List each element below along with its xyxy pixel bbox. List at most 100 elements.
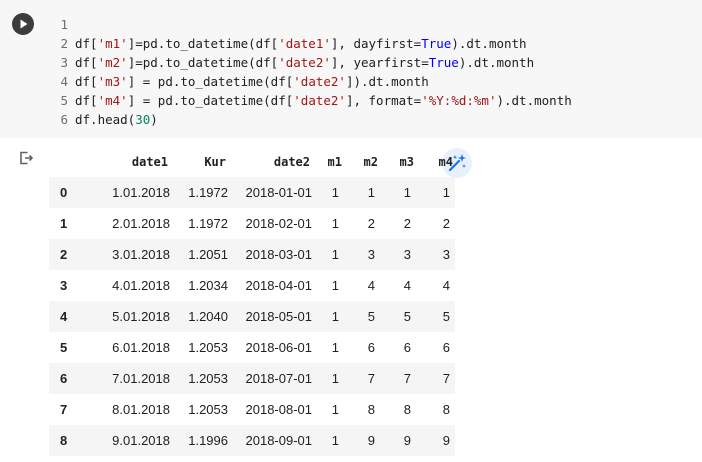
cell-date2: 2018-06-01: [245, 340, 313, 355]
cell-m4: 5: [442, 309, 450, 324]
code-token: ]=pd.to_datetime(df[: [127, 55, 279, 70]
cell-m3: 6: [403, 340, 411, 355]
cell-m4: 9: [442, 433, 450, 448]
cell-m4: 1: [442, 185, 450, 200]
cell-m1: 1: [331, 278, 339, 293]
run-cell-button[interactable]: [12, 13, 34, 35]
line-number: 1: [60, 17, 68, 32]
cell-m3: 1: [403, 185, 411, 200]
cell-kur: 1.1972: [188, 216, 228, 231]
cell-m2: 7: [367, 371, 375, 386]
cell-m3: 4: [403, 278, 411, 293]
code-token: True: [428, 55, 459, 70]
code-line: df['m4'] = pd.to_datetime(df['date2'], f…: [75, 91, 572, 110]
cell-m3: 5: [403, 309, 411, 324]
line-number: 5: [60, 93, 68, 108]
cell-kur: 1.2034: [188, 278, 228, 293]
row-index: 7: [60, 402, 68, 417]
code-token: ]=pd.to_datetime(df[: [127, 36, 279, 51]
code-token: 'date2': [278, 55, 331, 70]
cell-date1: 3.01.2018: [112, 247, 170, 262]
cell-date1: 5.01.2018: [112, 309, 170, 324]
output-arrow-icon[interactable]: [18, 150, 34, 166]
row-index: 4: [60, 309, 68, 324]
cell-m1: 1: [331, 247, 339, 262]
line-number: 2: [60, 36, 68, 51]
cell-m3: 9: [403, 433, 411, 448]
code-token: 'date1': [278, 36, 331, 51]
code-token: 'm1': [97, 36, 128, 51]
cell-m2: 6: [367, 340, 375, 355]
code-token: df.head(: [75, 112, 136, 127]
row-index: 5: [60, 340, 68, 355]
table-row: 6 7.01.2018 1.2053 2018-07-01 1 7 7 7: [49, 363, 455, 394]
row-index: 1: [60, 216, 68, 231]
code-token: 'date2': [293, 74, 346, 89]
code-token: 'date2': [293, 93, 346, 108]
code-token: ], dayfirst=: [330, 36, 422, 51]
line-number: 3: [60, 55, 68, 70]
cell-m4: 7: [442, 371, 450, 386]
table-row: 5 6.01.2018 1.2053 2018-06-01 1 6 6 6: [49, 332, 455, 363]
cell-date2: 2018-02-01: [245, 216, 313, 231]
code-token: ).dt.month: [451, 36, 527, 51]
cell-m1: 1: [331, 309, 339, 324]
table-row: 1 2.01.2018 1.1972 2018-02-01 1 2 2 2: [49, 208, 455, 239]
column-header-m1: m1: [327, 155, 342, 169]
code-token: ).dt.month: [496, 93, 572, 108]
cell-m2: 9: [367, 433, 375, 448]
code-token: ] = pd.to_datetime(df[: [127, 74, 294, 89]
cell-date2: 2018-04-01: [245, 278, 313, 293]
cell-m2: 5: [367, 309, 375, 324]
cell-date2: 2018-03-01: [245, 247, 313, 262]
code-token: df[: [75, 93, 98, 108]
cell-m2: 2: [367, 216, 375, 231]
cell-m3: 7: [403, 371, 411, 386]
cell-date1: 9.01.2018: [112, 433, 170, 448]
cell-date2: 2018-09-01: [245, 433, 313, 448]
cell-date1: 7.01.2018: [112, 371, 170, 386]
code-token: 'm3': [97, 74, 128, 89]
cell-m4: 2: [442, 216, 450, 231]
index-header: [49, 147, 100, 177]
cell-m1: 1: [331, 433, 339, 448]
dataframe-table: date1 Kur date2 m1 m2 m3 m4 0 1.01.2018 1.…: [49, 147, 455, 456]
table-row: 2 3.01.2018 1.2051 2018-03-01 1 3 3 3: [49, 239, 455, 270]
code-token: True: [421, 36, 452, 51]
code-token: ): [150, 112, 158, 127]
code-cell[interactable]: 123456 df['m1']=pd.to_datetime(df['date1…: [0, 0, 702, 138]
code-token: ], format=: [345, 93, 422, 108]
cell-date1: 8.01.2018: [112, 402, 170, 417]
code-token: 'm2': [97, 55, 128, 70]
cell-date1: 1.01.2018: [112, 185, 170, 200]
cell-kur: 1.1972: [188, 185, 228, 200]
cell-m1: 1: [331, 371, 339, 386]
cell-m4: 3: [442, 247, 450, 262]
table-row: 4 5.01.2018 1.2040 2018-05-01 1 5 5 5: [49, 301, 455, 332]
cell-kur: 1.1996: [188, 433, 228, 448]
cell-kur: 1.2053: [188, 340, 228, 355]
column-header-date1: date1: [131, 155, 168, 169]
code-line: df['m2']=pd.to_datetime(df['date2'], yea…: [75, 53, 572, 72]
cell-m4: 4: [442, 278, 450, 293]
column-header-m3: m3: [399, 155, 414, 169]
cell-m3: 2: [403, 216, 411, 231]
row-index: 0: [60, 185, 68, 200]
row-index: 8: [60, 433, 68, 448]
table-row: 3 4.01.2018 1.2034 2018-04-01 1 4 4 4: [49, 270, 455, 301]
table-row: 0 1.01.2018 1.1972 2018-01-01 1 1 1 1: [49, 177, 455, 208]
code-line: df['m3'] = pd.to_datetime(df['date2']).d…: [75, 72, 572, 91]
code-token: '%Y:%d:%m': [421, 93, 497, 108]
column-header-m2: m2: [363, 155, 378, 169]
cell-date1: 2.01.2018: [112, 216, 170, 231]
cell-kur: 1.2053: [188, 371, 228, 386]
code-token: ).dt.month: [458, 55, 535, 70]
cell-m2: 3: [367, 247, 375, 262]
code-token: 'm4': [97, 93, 128, 108]
code-line: df.head(30): [75, 110, 572, 129]
cell-date1: 4.01.2018: [112, 278, 170, 293]
column-header-m4: m4: [438, 155, 453, 169]
column-header-kur: Kur: [204, 155, 226, 169]
code-editor[interactable]: df['m1']=pd.to_datetime(df['date1'], day…: [75, 15, 572, 129]
line-number: 6: [60, 112, 68, 127]
